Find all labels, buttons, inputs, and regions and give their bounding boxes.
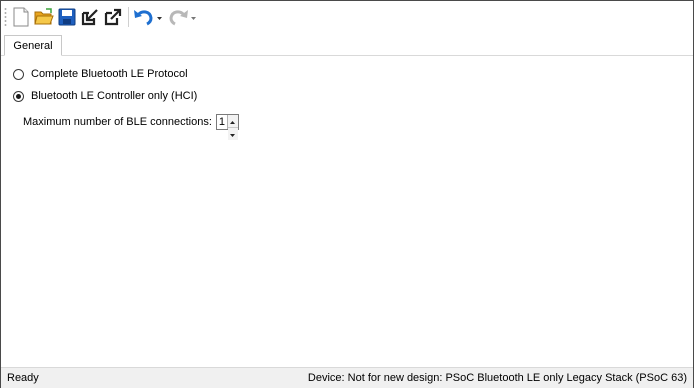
tab-strip: General	[1, 33, 693, 56]
undo-icon	[133, 7, 155, 27]
chevron-down-icon	[157, 11, 162, 23]
max-connections-row: Maximum number of BLE connections: 1	[23, 114, 239, 140]
import-icon	[81, 8, 99, 26]
radio-label: Complete Bluetooth LE Protocol	[31, 68, 188, 80]
device-status-text: Device: Not for new design: PSoC Bluetoo…	[307, 372, 687, 384]
tab-general[interactable]: General	[4, 35, 62, 56]
import-button[interactable]	[79, 6, 101, 28]
radio-label: Bluetooth LE Controller only (HCI)	[31, 90, 198, 102]
export-button[interactable]	[102, 6, 124, 28]
spinner-buttons	[226, 115, 238, 140]
undo-button[interactable]	[133, 6, 155, 28]
save-button[interactable]	[56, 6, 78, 28]
spin-up-button[interactable]	[227, 115, 238, 127]
status-bar: Ready Device: Not for new design: PSoC B…	[1, 367, 693, 388]
chevron-down-icon	[230, 128, 236, 140]
chevron-down-icon	[191, 11, 196, 23]
save-icon	[58, 8, 76, 26]
open-button[interactable]	[33, 6, 55, 28]
spin-down-button[interactable]	[227, 127, 238, 140]
new-button[interactable]	[10, 6, 32, 28]
redo-dropdown[interactable]	[190, 6, 197, 28]
undo-dropdown[interactable]	[156, 6, 163, 28]
open-folder-icon	[34, 8, 54, 26]
toolbar-grip[interactable]	[4, 7, 7, 27]
toolbar-separator	[128, 7, 129, 27]
new-document-icon	[12, 7, 30, 27]
redo-button[interactable]	[167, 6, 189, 28]
status-text: Ready	[7, 372, 39, 384]
toolbar	[1, 1, 693, 33]
tab-label: General	[13, 39, 53, 52]
radio-button-selected[interactable]	[13, 90, 24, 102]
export-icon	[104, 8, 122, 26]
max-connections-label: Maximum number of BLE connections:	[23, 116, 212, 128]
redo-icon	[167, 7, 189, 27]
general-panel: Complete Bluetooth LE Protocol Bluetooth…	[1, 56, 693, 367]
radio-button[interactable]	[13, 68, 24, 80]
spinner-value[interactable]: 1	[217, 115, 227, 129]
chevron-up-icon	[230, 115, 236, 127]
radio-complete-protocol[interactable]: Complete Bluetooth LE Protocol	[13, 68, 188, 80]
app-window: General Complete Bluetooth LE Protocol B…	[0, 0, 694, 388]
radio-controller-only[interactable]: Bluetooth LE Controller only (HCI)	[13, 90, 197, 102]
max-connections-spinner[interactable]: 1	[215, 114, 239, 140]
